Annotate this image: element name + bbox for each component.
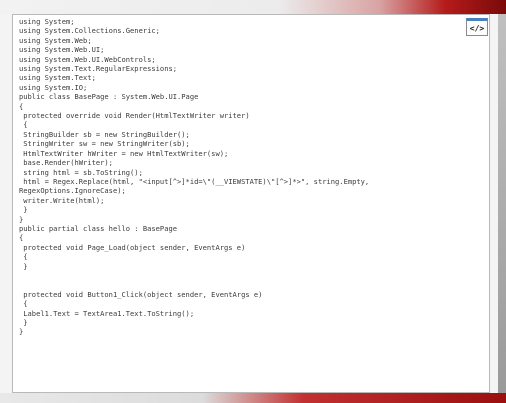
code-line: base.Render(hWriter); <box>19 158 113 168</box>
code-line: protected override void Render(HtmlTextW… <box>19 111 250 121</box>
code-line: using System.Text.RegularExpressions; <box>19 64 178 74</box>
code-line: using System.Web.UI; <box>19 45 105 55</box>
code-line: } <box>19 327 24 337</box>
code-line: using System.Web; <box>19 35 92 45</box>
code-line: public class BasePage : System.Web.UI.Pa… <box>19 92 199 102</box>
code-line: protected void Page_Load(object sender, … <box>19 242 246 252</box>
code-line: using System.Text; <box>19 73 96 83</box>
code-line: { <box>19 252 28 262</box>
code-line: public partial class hello : BasePage <box>19 223 178 233</box>
code-line: } <box>19 261 28 271</box>
code-line: Label1.Text = TextArea1.Text.ToString(); <box>19 308 195 318</box>
code-line: protected void Button1_Click(object send… <box>19 289 263 299</box>
code-line: { <box>19 299 28 309</box>
code-line: RegexOptions.IgnoreCase); <box>19 186 126 196</box>
page-scrollbar-track[interactable] <box>498 14 506 393</box>
code-line: { <box>19 101 24 111</box>
code-line: } <box>19 318 28 327</box>
code-line: string html = sb.ToString(); <box>19 167 143 177</box>
code-line: { <box>19 120 28 130</box>
code-line: HtmlTextWriter hWriter = new HtmlTextWri… <box>19 148 229 158</box>
code-line: using System.Web.UI.WebControls; <box>19 54 156 64</box>
code-line: using System.Collections.Generic; <box>19 26 160 36</box>
code-line: using System.IO; <box>19 82 88 92</box>
code-line: } <box>19 205 28 215</box>
code-line: StringWriter sw = new StringWriter(sb); <box>19 139 190 149</box>
code-block: using System; using System.Collections.Ge… <box>12 14 490 393</box>
code-line: html = Regex.Replace(html, "<input[^>]*i… <box>19 176 370 186</box>
code-line: { <box>19 233 24 243</box>
code-listing: using System; using System.Collections.Ge… <box>13 15 489 337</box>
code-line: using System; <box>19 17 75 26</box>
view-source-button[interactable]: </> <box>466 18 488 36</box>
page-header-band <box>0 0 506 14</box>
code-line: writer.Write(html); <box>19 195 105 205</box>
code-line: } <box>19 214 24 224</box>
page-footer-band <box>0 393 506 403</box>
code-line: StringBuilder sb = new StringBuilder(); <box>19 129 190 139</box>
